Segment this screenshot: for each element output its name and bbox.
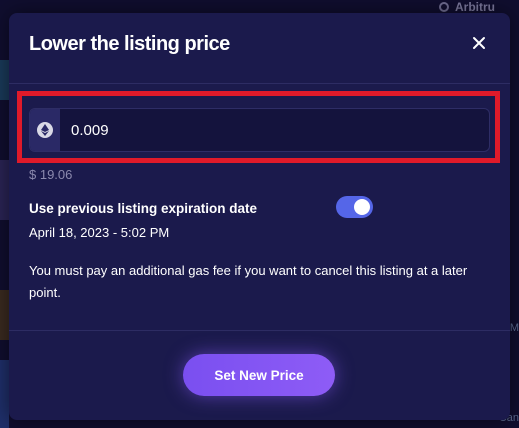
lower-price-modal: Lower the listing price $ 19.06 Use prev… [9, 13, 510, 420]
close-icon [473, 37, 485, 49]
background-network-label: Arbitru [439, 0, 519, 14]
gas-fee-note: You must pay an additional gas fee if yo… [29, 263, 468, 300]
price-field [29, 108, 490, 152]
usd-value: $ 19.06 [29, 167, 73, 182]
header-divider [9, 83, 510, 84]
background-thumbnail [0, 160, 9, 220]
set-new-price-button[interactable]: Set New Price [183, 354, 335, 396]
currency-badge [30, 109, 60, 151]
close-button[interactable] [467, 31, 491, 55]
expiration-toggle[interactable] [336, 196, 373, 218]
expiration-date: April 18, 2023 - 5:02 PM [29, 225, 170, 240]
footer-divider [9, 330, 510, 331]
network-icon [439, 2, 449, 12]
toggle-knob [354, 199, 370, 215]
background-thumbnail [0, 60, 9, 100]
background-thumbnail [0, 360, 9, 428]
expiration-toggle-label: Use previous listing expiration date [29, 201, 258, 216]
background-side-text: M [509, 322, 519, 334]
modal-title: Lower the listing price [29, 33, 230, 55]
price-input[interactable] [60, 109, 489, 151]
ethereum-icon [37, 122, 53, 138]
background-thumbnail [0, 290, 9, 340]
